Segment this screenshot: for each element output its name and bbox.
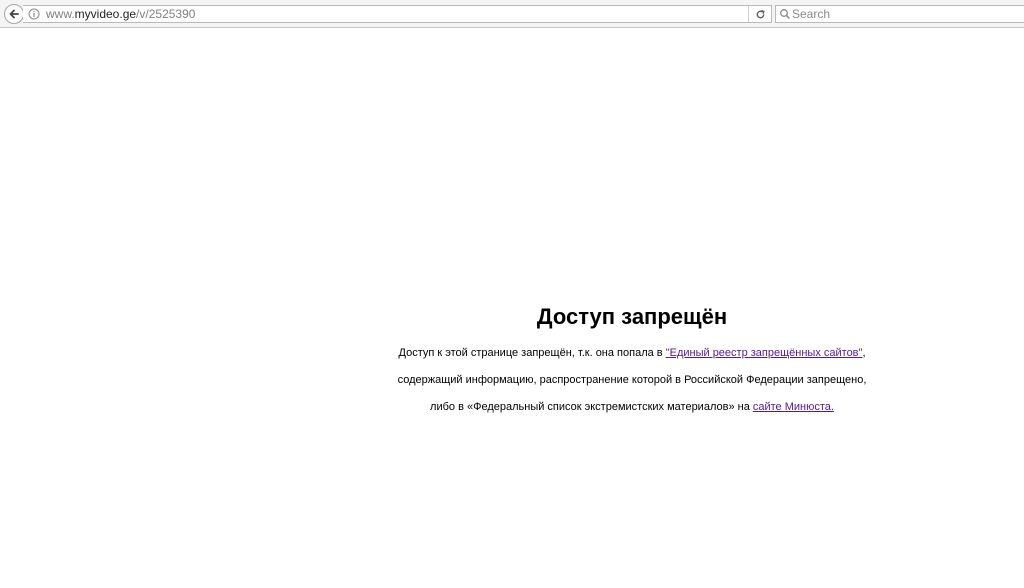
registry-link[interactable]: "Единый реестр запрещённых сайтов" bbox=[666, 347, 863, 359]
browser-toolbar: www.myvideo.ge/v/2525390 Search bbox=[0, 0, 1024, 28]
url-path: /v/2525390 bbox=[136, 7, 196, 21]
search-bar[interactable]: Search bbox=[775, 5, 1024, 23]
message-line-2: содержащий информацию, распространение к… bbox=[397, 374, 867, 386]
info-icon[interactable] bbox=[28, 8, 40, 20]
message-line-1-text: Доступ к этой странице запрещён, т.к. он… bbox=[398, 347, 666, 359]
page-title: Доступ запрещён bbox=[536, 304, 728, 329]
search-placeholder: Search bbox=[792, 7, 831, 21]
reload-button[interactable] bbox=[748, 6, 771, 22]
message-line-3-text: либо в «Федеральный список экстремистски… bbox=[430, 401, 753, 413]
message-line-1: Доступ к этой странице запрещён, т.к. он… bbox=[240, 340, 1024, 367]
page-content: Доступ запрещён Доступ к этой странице з… bbox=[240, 300, 1024, 421]
arrow-left-icon bbox=[9, 9, 19, 19]
url-host: myvideo.ge bbox=[74, 7, 137, 21]
url-bar[interactable]: www.myvideo.ge/v/2525390 bbox=[23, 5, 772, 23]
reload-icon bbox=[756, 9, 765, 18]
message-line-1-end: , bbox=[862, 347, 866, 359]
url-text[interactable]: www.myvideo.ge/v/2525390 bbox=[46, 6, 195, 22]
search-icon bbox=[780, 9, 791, 20]
message-line-3: либо в «Федеральный список экстремистски… bbox=[240, 394, 1024, 421]
block-message: Доступ к этой странице запрещён, т.к. он… bbox=[240, 340, 1024, 421]
minjust-link[interactable]: сайте Минюста. bbox=[753, 401, 834, 413]
url-prefix: www. bbox=[46, 7, 75, 21]
back-button[interactable] bbox=[4, 4, 24, 24]
